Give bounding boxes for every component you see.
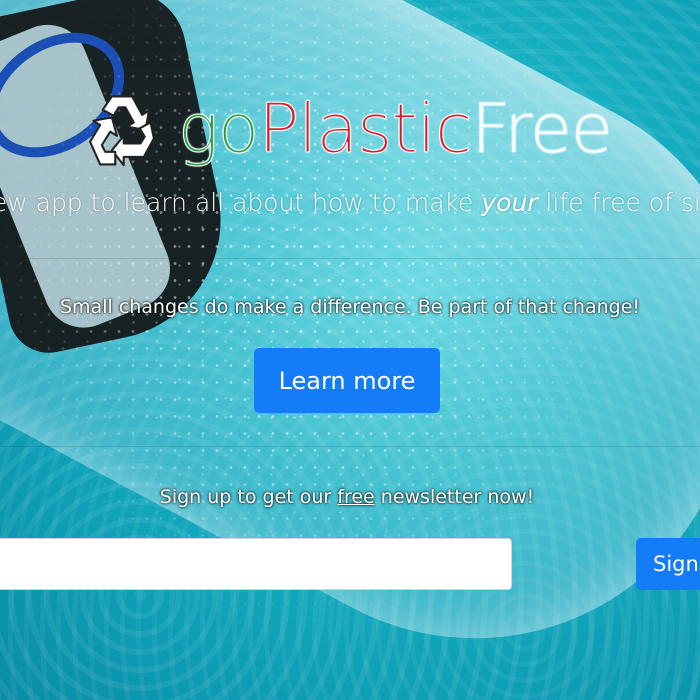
tagline-emphasis: your xyxy=(481,188,538,217)
brand-wordmark: goPlasticFree xyxy=(177,95,613,164)
newsletter-free-word: free xyxy=(337,486,375,508)
sign-up-button[interactable]: Sign up xyxy=(636,538,700,590)
changes-message: Small changes do make a difference. Be p… xyxy=(59,296,641,318)
tagline-end: life free of sing xyxy=(545,188,700,217)
learn-more-button[interactable]: Learn more xyxy=(254,348,440,413)
tagline-start: new app to learn all about how to make xyxy=(0,188,482,217)
newsletter-prompt-start: Sign up to get our xyxy=(159,486,338,508)
brand-go: go xyxy=(177,90,259,169)
newsletter-prompt-end: newsletter now! xyxy=(374,486,535,508)
brand-plastic: Plastic xyxy=(258,90,473,169)
newsletter-prompt: Sign up to get our free newsletter now! xyxy=(0,486,694,508)
brand-free: Free xyxy=(471,90,613,169)
recycle-icon xyxy=(89,95,155,167)
tagline: new app to learn all about how to make y… xyxy=(0,188,700,217)
hero-content: goPlasticFree new app to learn all about… xyxy=(0,0,700,700)
email-input[interactable] xyxy=(0,538,512,590)
logo: goPlasticFree xyxy=(80,80,613,180)
hero-section: goPlasticFree new app to learn all about… xyxy=(0,0,700,700)
